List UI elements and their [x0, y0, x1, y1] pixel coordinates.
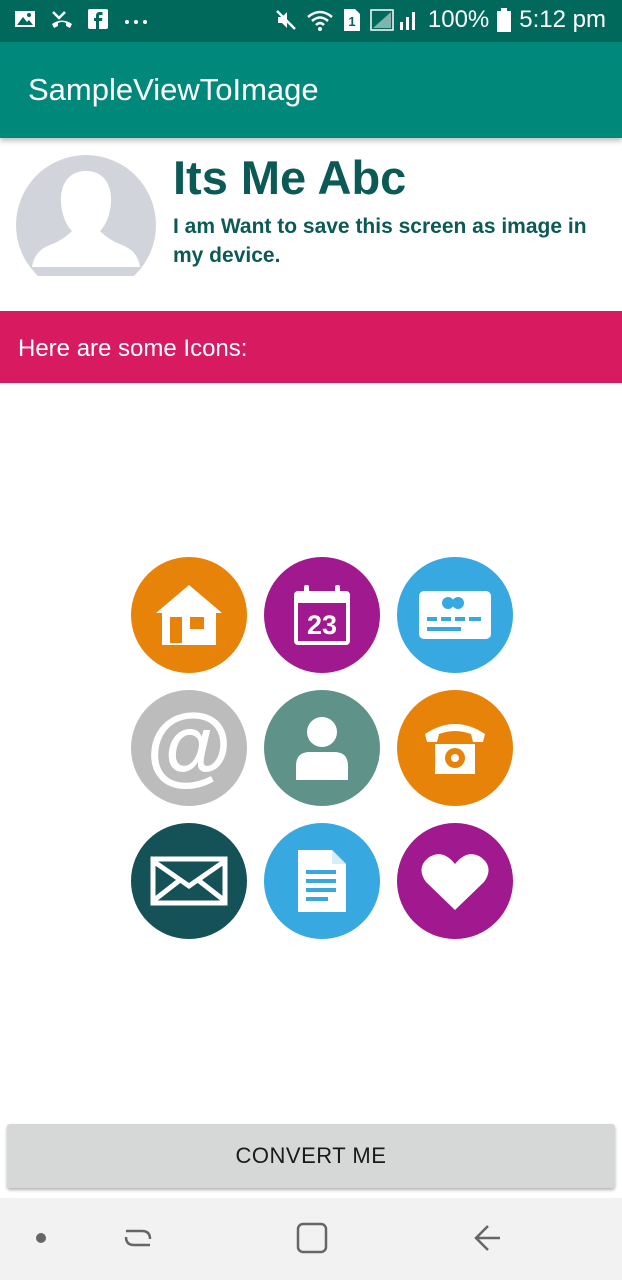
- calendar-date: 23: [307, 610, 337, 640]
- section-banner: Here are some Icons:: [0, 311, 622, 383]
- profile-description: I am Want to save this screen as image i…: [173, 215, 587, 267]
- battery-percent: 100%: [427, 6, 490, 33]
- calendar-icon: 23: [264, 557, 380, 673]
- recent-apps-icon[interactable]: [120, 1218, 156, 1258]
- convert-button[interactable]: CONVERT ME: [7, 1124, 615, 1188]
- missed-call-icon: [52, 11, 72, 28]
- status-bar: 1 100% 5:12 pm: [0, 0, 622, 42]
- navigation-bar: [0, 1198, 622, 1280]
- svg-text:1: 1: [348, 14, 355, 29]
- back-icon[interactable]: [468, 1218, 504, 1258]
- mute-icon: [276, 10, 296, 30]
- home-nav-icon[interactable]: [294, 1218, 330, 1258]
- battery-icon: [497, 8, 512, 32]
- card-icon: [397, 557, 513, 673]
- status-left-icons: [14, 8, 150, 30]
- more-dots-icon: [125, 20, 147, 24]
- signal-icon: [370, 9, 415, 31]
- app-title: SampleViewToImage: [28, 72, 319, 107]
- heart-icon: [397, 823, 513, 939]
- app-bar: SampleViewToImage: [0, 42, 622, 138]
- user-icon: [264, 690, 380, 806]
- document-icon: [264, 823, 380, 939]
- phone-icon: [397, 690, 513, 806]
- sim-icon: 1: [343, 9, 360, 31]
- profile-name: Its Me Abc: [173, 151, 407, 204]
- gallery-icon: [15, 11, 35, 27]
- status-time: 5:12 pm: [519, 6, 606, 33]
- at-sign-glyph: @: [146, 703, 232, 793]
- facebook-icon: [88, 9, 108, 29]
- mail-icon: [131, 823, 247, 939]
- icon-grid: 23 @: [131, 557, 515, 941]
- dot-icon[interactable]: [32, 1218, 50, 1258]
- avatar: [16, 155, 156, 276]
- home-icon: [131, 557, 247, 673]
- banner-text: Here are some Icons:: [18, 335, 248, 362]
- status-right-icons: 1 100% 5:12 pm: [274, 6, 606, 34]
- at-sign-icon: @: [131, 690, 247, 806]
- wifi-icon: [307, 10, 333, 31]
